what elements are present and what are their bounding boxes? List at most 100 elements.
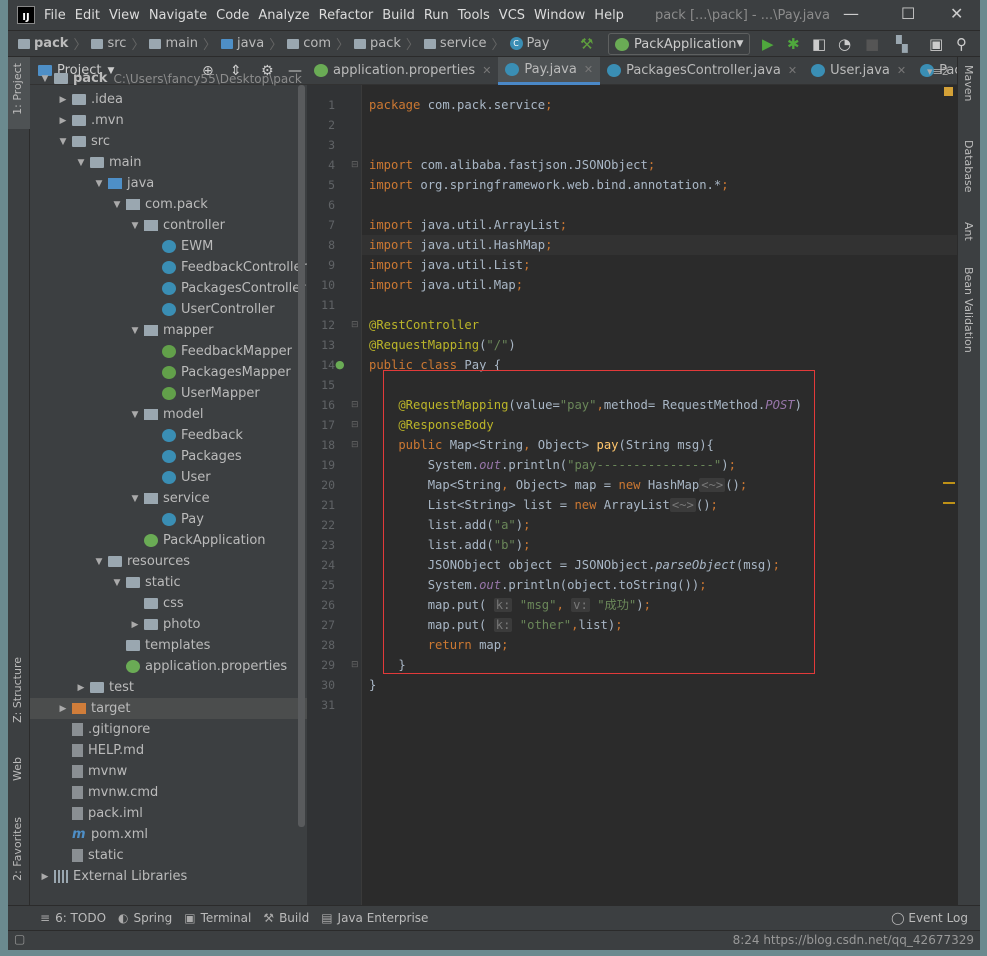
tool--todo[interactable]: ≡ 6: TODO xyxy=(40,911,106,925)
tree-item[interactable]: PackagesController xyxy=(30,278,307,299)
tool-tab-bean-validation[interactable]: Bean Validation xyxy=(962,267,975,353)
tree-item[interactable]: .gitignore xyxy=(30,719,307,740)
minimize-button[interactable]: — xyxy=(843,4,859,23)
tree-item[interactable]: ▶ target xyxy=(30,698,307,719)
tree-item[interactable]: Packages xyxy=(30,446,307,467)
close-button[interactable]: ✕ xyxy=(950,4,963,23)
close-tab-icon[interactable]: ✕ xyxy=(482,64,491,77)
breadcrumb-item[interactable]: com xyxy=(303,36,331,51)
close-tab-icon[interactable]: ✕ xyxy=(897,64,906,77)
tree-item[interactable]: application.properties xyxy=(30,656,307,677)
tree-item[interactable]: ▶ External Libraries xyxy=(30,866,307,887)
tree-item[interactable]: UserController xyxy=(30,299,307,320)
chevron-right-icon[interactable]: ▶ xyxy=(126,620,144,630)
project-structure-icon[interactable]: ▚ xyxy=(896,35,908,53)
tree-item[interactable]: ▶ .idea xyxy=(30,89,307,110)
web-tool-tab[interactable]: Web xyxy=(11,757,24,781)
menu-item-analyze[interactable]: Analyze xyxy=(258,8,309,23)
debug-icon[interactable]: ✱ xyxy=(787,35,800,53)
tree-item[interactable]: Feedback xyxy=(30,425,307,446)
chevron-down-icon[interactable]: ▼ xyxy=(108,578,126,588)
profile-icon[interactable]: ◔ xyxy=(838,35,851,53)
chevron-right-icon[interactable]: ▶ xyxy=(54,95,72,105)
run-icon[interactable]: ▶ xyxy=(762,35,774,53)
tree-item[interactable]: ▼ static xyxy=(30,572,307,593)
tree-item[interactable]: ▼ mapper xyxy=(30,320,307,341)
tree-item[interactable]: mvnw.cmd xyxy=(30,782,307,803)
maximize-button[interactable]: ☐ xyxy=(901,4,915,23)
tab-packagescontroller-java[interactable]: PackagesController.java ✕ xyxy=(600,57,804,85)
tool-java-enterprise[interactable]: ▤ Java Enterprise xyxy=(321,911,428,925)
tree-item[interactable]: templates xyxy=(30,635,307,656)
tree-item[interactable]: ▼ main xyxy=(30,152,307,173)
tree-item[interactable]: ▶ test xyxy=(30,677,307,698)
menu-item-view[interactable]: View xyxy=(109,8,140,23)
breadcrumb-item[interactable]: Pay xyxy=(527,36,550,51)
menu-item-navigate[interactable]: Navigate xyxy=(149,8,207,23)
menu-item-run[interactable]: Run xyxy=(424,8,449,23)
tab-pay-java[interactable]: Pay.java ✕ xyxy=(498,56,601,85)
close-tab-icon[interactable]: ✕ xyxy=(788,64,797,77)
presentation-icon[interactable]: ▣ xyxy=(929,35,943,53)
menu-item-tools[interactable]: Tools xyxy=(458,8,490,23)
chevron-down-icon[interactable]: ▼ xyxy=(90,557,108,567)
chevron-down-icon[interactable]: ▼ xyxy=(126,221,144,231)
tree-item[interactable]: ▼ src xyxy=(30,131,307,152)
tree-item[interactable]: PackagesMapper xyxy=(30,362,307,383)
tool-spring[interactable]: ◐ Spring xyxy=(118,911,172,925)
structure-tool-tab[interactable]: Z: Structure xyxy=(11,657,24,723)
breadcrumb-item[interactable]: src xyxy=(107,36,126,51)
tree-item[interactable]: ▼ controller xyxy=(30,215,307,236)
tree-item[interactable]: ▶ .mvn xyxy=(30,110,307,131)
chevron-right-icon[interactable]: ▶ xyxy=(36,872,54,882)
tree-item[interactable]: UserMapper xyxy=(30,383,307,404)
stop-icon[interactable]: ■ xyxy=(865,35,879,53)
tree-item[interactable]: ▼ java xyxy=(30,173,307,194)
chevron-right-icon[interactable]: ▶ xyxy=(54,116,72,126)
tabs-overflow[interactable]: ▾≡2 xyxy=(927,65,949,78)
tree-item[interactable]: css xyxy=(30,593,307,614)
tree-item[interactable]: pack.iml xyxy=(30,803,307,824)
toggle-tool-windows-icon[interactable]: ▢ xyxy=(14,932,25,946)
tree-item[interactable]: m pom.xml xyxy=(30,824,307,845)
tree-item[interactable]: ▼ resources xyxy=(30,551,307,572)
tool-terminal[interactable]: ▣ Terminal xyxy=(184,911,251,925)
tool-tab-ant[interactable]: Ant xyxy=(962,222,975,241)
breadcrumb-item[interactable]: pack xyxy=(370,36,401,51)
error-stripe-marker[interactable] xyxy=(943,482,955,484)
error-stripe-marker[interactable] xyxy=(943,502,955,504)
search-icon[interactable]: ⚲ xyxy=(956,35,967,53)
chevron-down-icon[interactable]: ▼ xyxy=(126,410,144,420)
coverage-icon[interactable]: ◧ xyxy=(812,35,826,53)
project-scrollbar[interactable] xyxy=(298,85,305,827)
breadcrumb-item[interactable]: main xyxy=(165,36,197,51)
tool-tab-database[interactable]: Database xyxy=(962,140,975,193)
event-log-button[interactable]: ◯ Event Log xyxy=(891,911,968,925)
menu-item-build[interactable]: Build xyxy=(382,8,415,23)
tree-item[interactable]: User xyxy=(30,467,307,488)
tool-tab-maven[interactable]: Maven xyxy=(962,65,975,101)
tree-item[interactable]: ▼ service xyxy=(30,488,307,509)
tree-item[interactable]: static xyxy=(30,845,307,866)
chevron-down-icon[interactable]: ▼ xyxy=(72,158,90,168)
favorites-tool-tab[interactable]: 2: Favorites xyxy=(11,817,24,881)
project-tool-tab[interactable]: 1: Project xyxy=(11,63,24,115)
chevron-down-icon[interactable]: ▼ xyxy=(90,179,108,189)
chevron-down-icon[interactable]: ▼ xyxy=(54,137,72,147)
breadcrumb-item[interactable]: java xyxy=(237,36,264,51)
chevron-down-icon[interactable]: ▼ xyxy=(126,494,144,504)
tree-item[interactable]: Pay xyxy=(30,509,307,530)
tree-item[interactable]: ▼ pack C:\Users\fancy55\Desktop\pack xyxy=(30,68,307,89)
chevron-right-icon[interactable]: ▶ xyxy=(54,704,72,714)
menu-item-vcs[interactable]: VCS xyxy=(499,8,525,23)
breadcrumb-item[interactable]: service xyxy=(440,36,487,51)
chevron-down-icon[interactable]: ▼ xyxy=(108,200,126,210)
close-tab-icon[interactable]: ✕ xyxy=(584,63,593,76)
menu-item-window[interactable]: Window xyxy=(534,8,585,23)
tree-item[interactable]: FeedbackMapper xyxy=(30,341,307,362)
breadcrumb-item[interactable]: pack xyxy=(34,36,68,51)
menu-item-help[interactable]: Help xyxy=(594,8,624,23)
tree-item[interactable]: ▼ com.pack xyxy=(30,194,307,215)
chevron-right-icon[interactable]: ▶ xyxy=(72,683,90,693)
run-configuration-select[interactable]: PackApplication ▼ xyxy=(608,33,750,55)
